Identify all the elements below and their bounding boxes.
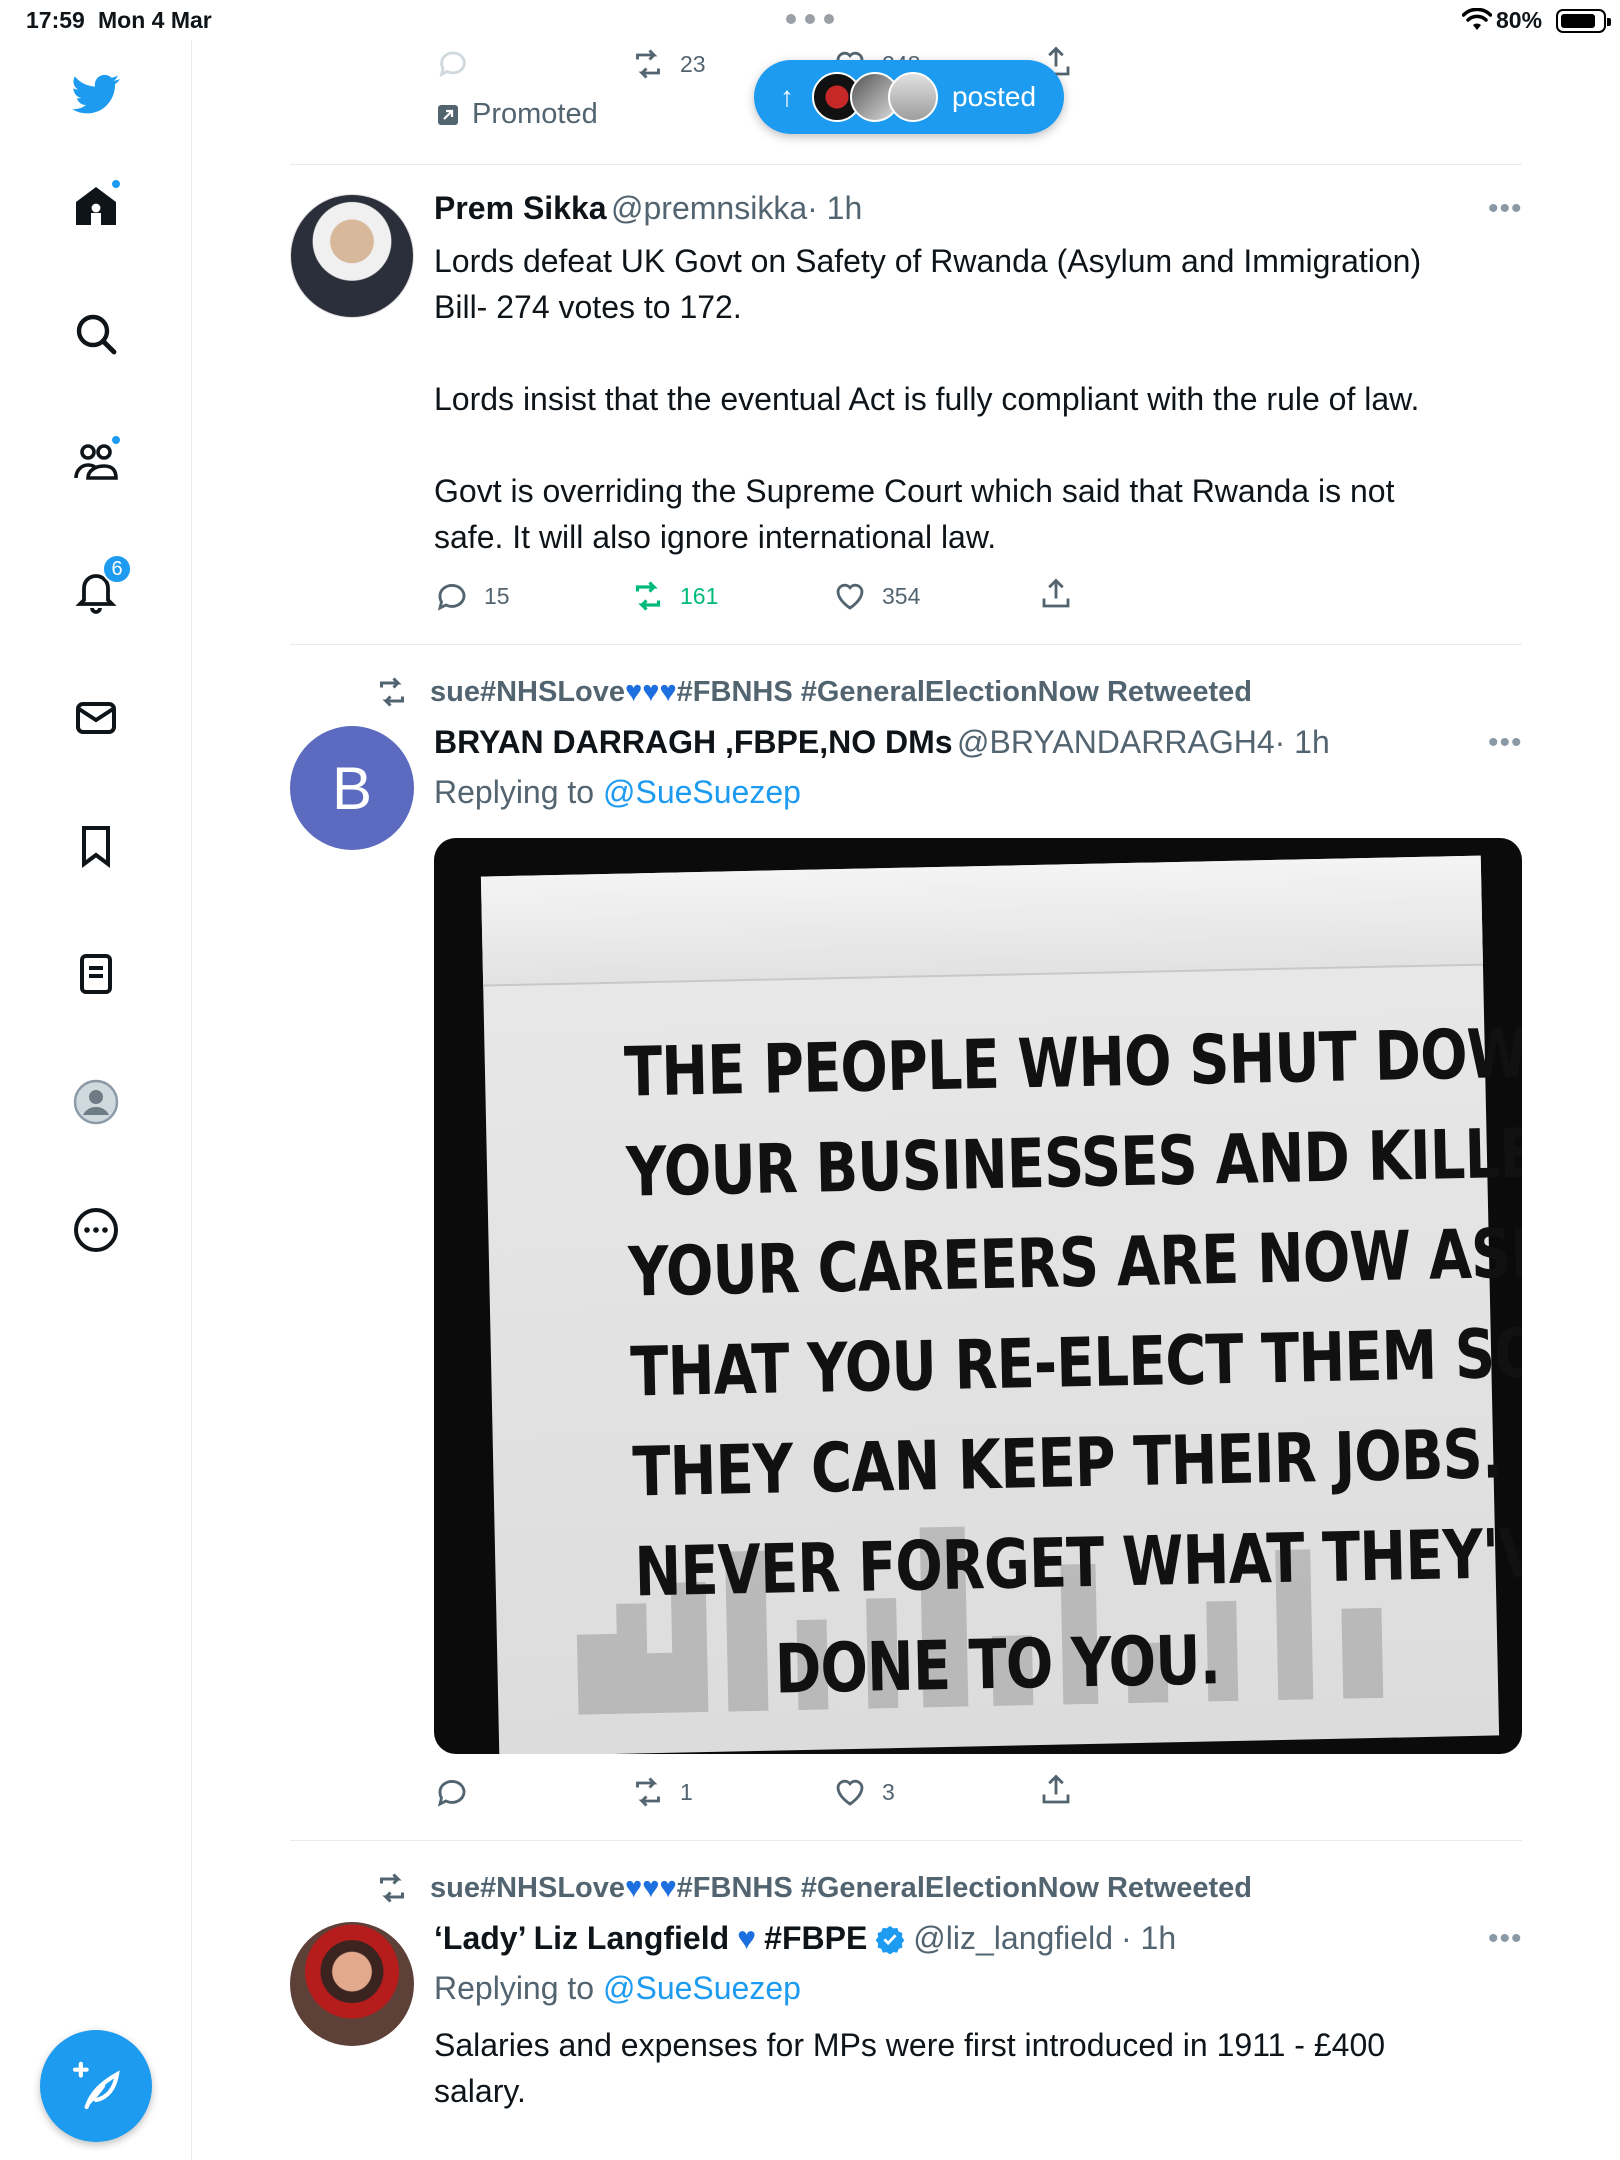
promoted-label: Promoted [436,98,598,131]
like-button[interactable]: 354 [832,578,920,614]
retweet-indicator-icon [380,1873,404,1903]
wifi-icon [1462,8,1492,30]
like-button[interactable]: 3 [832,1774,895,1810]
retweeted-by-line[interactable]: sue#NHSLove♥♥♥#FBNHS #GeneralElectionNow… [374,674,1252,710]
tweet-more-options-icon[interactable]: ••• [1488,726,1523,760]
notifications-bell-icon[interactable]: 6 [70,554,132,616]
share-icon[interactable] [1038,1772,1074,1808]
blue-heart-icons: ♥♥♥ [625,675,677,708]
sidebar: 6 [0,40,192,2160]
share-icon[interactable] [1038,576,1074,612]
reply-button[interactable]: 15 [434,578,510,614]
tweet-time[interactable]: · 1h [1121,1920,1176,1957]
author-name[interactable]: BRYAN DARRAGH ,FBPE,NO DMs [434,724,953,760]
retweet-button[interactable]: 1 [630,1774,693,1810]
new-posts-pill[interactable]: ↑ posted [754,60,1064,134]
sign-photo: THE PEOPLE WHO SHUT DOWN YOUR BUSINESSES… [480,855,1522,1754]
like-icon [836,583,864,610]
tweet-header: Prem Sikka @premnsikka· 1h [434,190,862,227]
promoted-arrow-icon [438,104,458,125]
messages-icon[interactable] [70,692,122,744]
author-name-tag[interactable]: #FBPE [764,1920,867,1957]
replying-to-handle[interactable]: @SueSuezep [603,774,801,810]
promoted-reply-icon[interactable] [436,46,470,80]
reply-icon[interactable] [434,1774,470,1810]
lists-icon[interactable] [70,948,122,1000]
tweet-time[interactable]: · 1h [807,190,862,226]
poster-avatar-3 [888,72,938,122]
notifications-badge: 6 [102,554,132,584]
tweet-more-options-icon[interactable]: ••• [1488,192,1523,226]
status-bar: 17:59 Mon 4 Mar 80% [0,0,1620,40]
verified-badge-icon [875,1925,905,1954]
retweeted-by-line[interactable]: sue#NHSLove♥♥♥#FBNHS #GeneralElectionNow… [374,1870,1252,1906]
status-time: 17:59 [26,7,85,33]
retweet-icon [636,49,660,79]
author-handle[interactable]: @liz_langfield [913,1920,1113,1957]
timeline-feed: 23 248 Promoted ↑ posted Prem Sikka @pre… [192,40,1620,2160]
sign-text: THE PEOPLE WHO SHUT DOWN YOUR BUSINESSES… [623,1013,1522,1710]
up-arrow-icon: ↑ [780,81,794,112]
battery-icon [1556,9,1611,33]
tweet-header: ‘Lady’ Liz Langfield ♥ #FBPE @liz_langfi… [434,1920,1176,1957]
retweet-icon [635,581,661,611]
avatar-bryan-darragh[interactable]: B [290,726,414,850]
like-icon [836,1779,864,1806]
promoted-retweet-button[interactable]: 23 [630,46,706,82]
tweet-divider [290,164,1522,165]
compose-feather-icon [72,2061,120,2110]
tweet-divider [290,1840,1522,1841]
retweet-icon [636,1777,660,1807]
profile-avatar-icon[interactable] [70,1076,122,1128]
blue-heart-icon: ♥ [737,1920,757,1956]
author-handle[interactable]: @BRYANDARRAGH4 [957,724,1275,760]
tweet-text: Lords defeat UK Govt on Safety of Rwanda… [434,243,1422,555]
status-date: Mon 4 Mar [98,7,212,33]
author-handle[interactable]: @premnsikka [611,190,807,226]
communities-unread-dot [110,434,122,446]
tweet-image[interactable]: THE PEOPLE WHO SHUT DOWN YOUR BUSINESSES… [434,838,1522,1754]
retweet-button[interactable]: 161 [630,578,718,614]
tweet-header: BRYAN DARRAGH ,FBPE,NO DMs @BRYANDARRAGH… [434,724,1330,761]
communities-icon[interactable] [70,434,122,488]
tweet-time[interactable]: · 1h [1275,724,1330,760]
battery-percent: 80% [1496,7,1543,33]
avatar-prem-sikka[interactable] [290,194,414,318]
replying-to-line: Replying to @SueSuezep [434,1970,801,2006]
bookmarks-icon[interactable] [70,820,122,872]
author-name[interactable]: ‘Lady’ Liz Langfield [434,1920,729,1957]
reply-icon [437,584,466,611]
multitasking-dots-icon[interactable] [786,14,834,24]
replying-to-line: Replying to @SueSuezep [434,774,801,810]
replying-to-handle[interactable]: @SueSuezep [603,1970,801,2006]
search-icon[interactable] [70,308,122,360]
twitter-logo-icon[interactable] [70,68,122,120]
home-unread-dot [110,178,122,190]
avatar-liz-langfield[interactable] [290,1922,414,2046]
retweet-indicator-icon [380,677,404,707]
tweet-divider [290,644,1522,645]
compose-tweet-button[interactable] [40,2030,152,2142]
blue-heart-icons: ♥♥♥ [625,1871,677,1904]
more-options-icon[interactable] [70,1204,122,1256]
author-name[interactable]: Prem Sikka [434,190,607,226]
home-icon[interactable] [70,178,122,232]
tweet-text: Salaries and expenses for MPs were first… [434,2027,1386,2109]
tweet-more-options-icon[interactable]: ••• [1488,1922,1523,1956]
